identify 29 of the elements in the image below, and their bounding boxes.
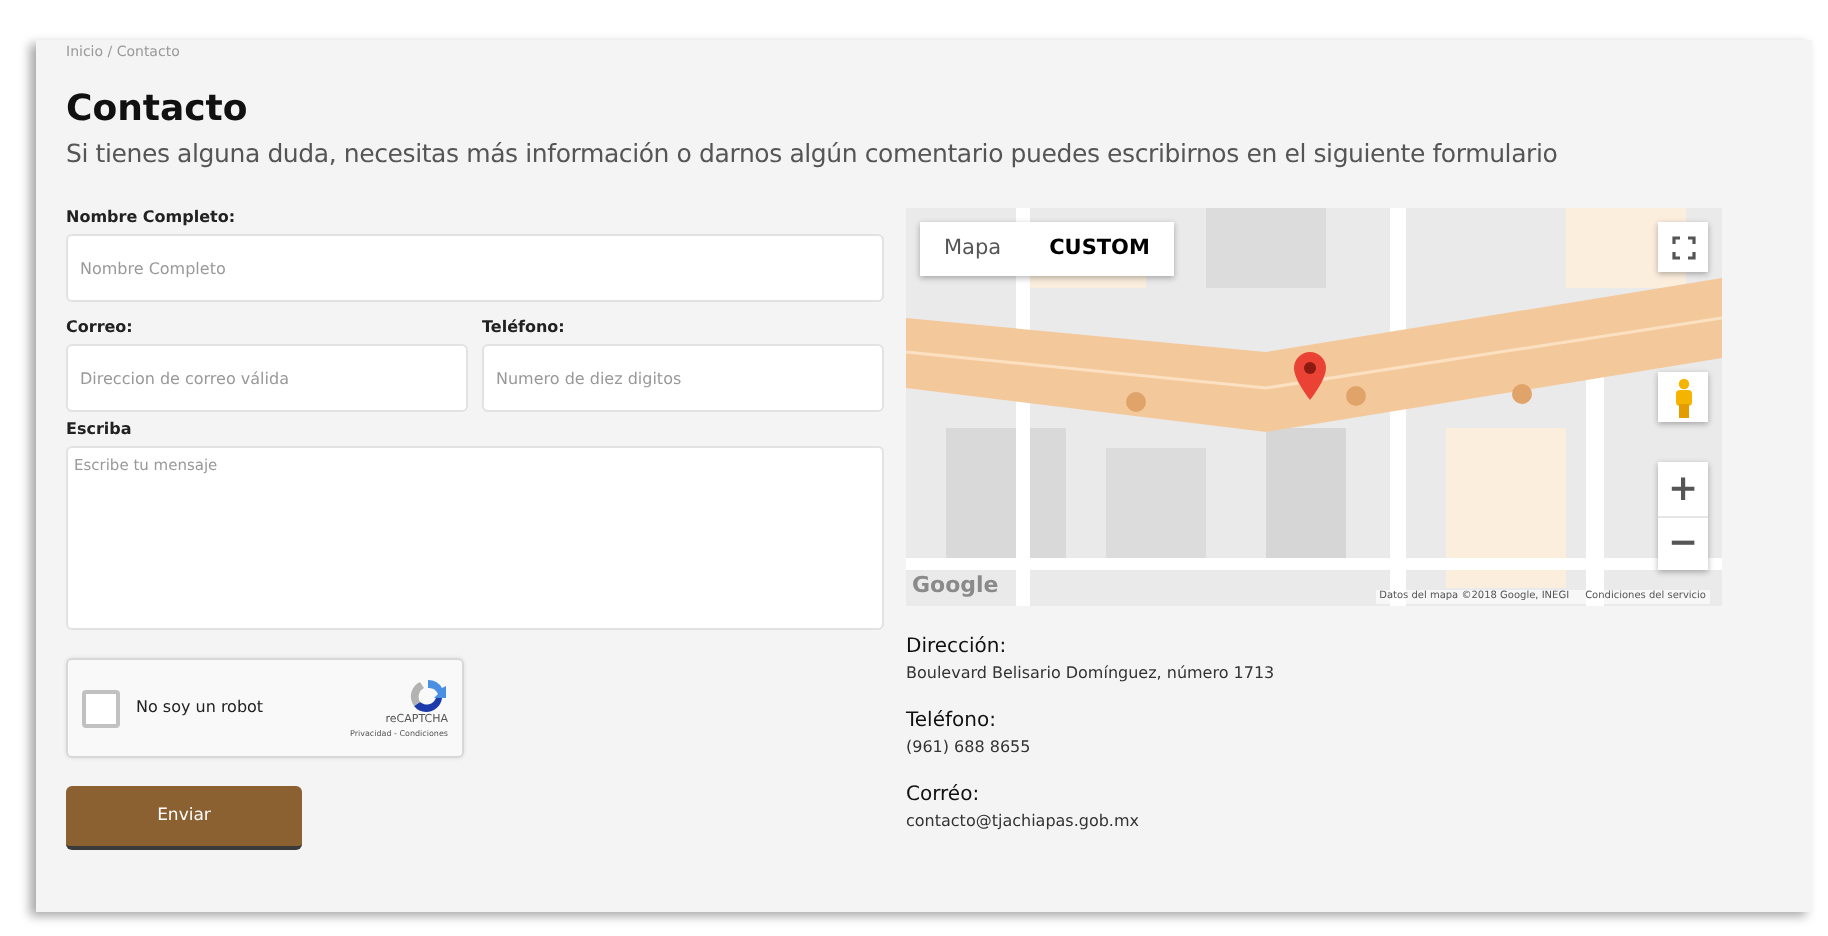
map-logo: Google [912,569,999,601]
fullscreen-icon [1671,235,1695,259]
location-pin-icon [1294,352,1326,400]
captcha-checkbox[interactable] [82,689,120,727]
contact-value: (961) 688 8655 [906,738,1033,758]
input-field[interactable]: Numero de diez digitos [482,344,884,412]
contact-label: Dirección: [906,634,1009,660]
contact-label: Teléfono: [906,708,998,734]
recaptcha-logo-icon [408,678,448,714]
input-field[interactable]: Nombre Completo [66,234,884,302]
field-label: Nombre Completo: [66,208,238,228]
zoom-in-button[interactable]: + [1658,462,1708,516]
page-subtitle: Si tienes alguna duda, necesitas más información o darnos algún comentario puedes escribirnos en el siguiente formulario [66,138,1560,170]
map-type-tab[interactable]: Mapa [920,222,1026,276]
field-label: Teléfono: [482,318,567,338]
submit-button[interactable]: Enviar [66,786,302,850]
contact-value: Boulevard Belisario Domínguez, número 1713 [906,664,1277,684]
captcha-label: No soy un robot [136,696,266,720]
person-figure-icon [1673,377,1693,417]
input-field[interactable]: Direccion de correo válida [66,344,468,412]
map-type-tab[interactable]: CUSTOM [1025,222,1174,276]
field-label: Escriba [66,420,134,440]
zoom-out-button[interactable]: − [1658,516,1708,570]
contact-label: Corréo: [906,782,982,808]
fullscreen-button[interactable] [1658,222,1708,272]
page-title: Contacto [66,88,250,132]
field-label: Correo: [66,318,135,338]
contact-value: contacto@tjachiapas.gob.mx [906,812,1141,832]
street-view-button[interactable] [1658,372,1708,422]
